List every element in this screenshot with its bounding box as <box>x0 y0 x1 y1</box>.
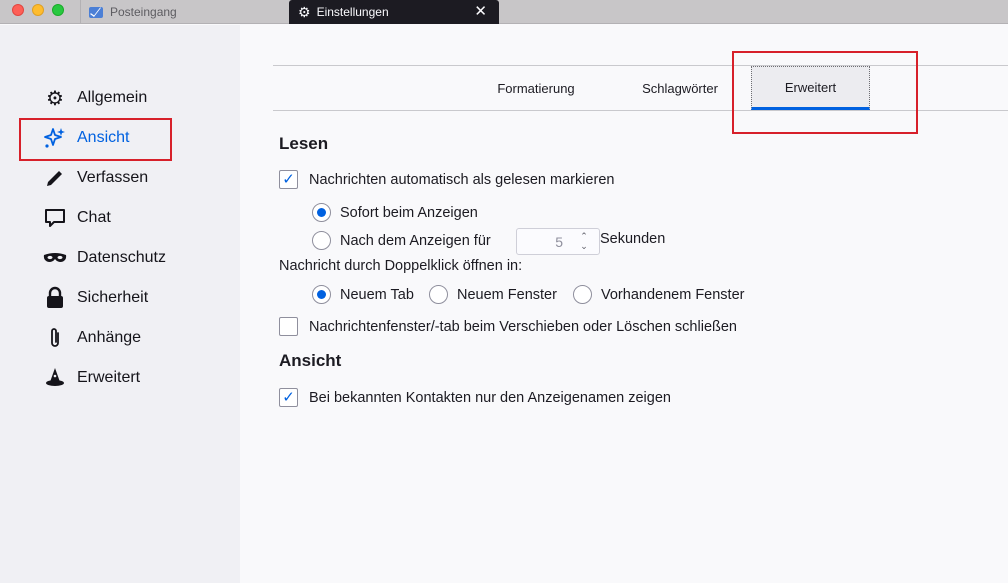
mail-icon <box>89 6 103 18</box>
auto-mark-read-checkbox[interactable]: ✓ <box>279 170 298 189</box>
mark-immediately-radio[interactable] <box>312 203 331 222</box>
section-heading-lesen: Lesen <box>279 134 329 153</box>
tab-posteingang[interactable]: Posteingang <box>80 0 288 24</box>
mark-after-delay-label: Nach dem Anzeigen für <box>340 232 491 249</box>
doubleclick-label: Nachricht durch Doppelklick öffnen in: <box>279 258 522 274</box>
sidebar-item-allgemein[interactable]: ⚙ Allgemein <box>42 85 147 111</box>
sidebar-item-label: Allgemein <box>77 89 148 106</box>
sidebar-item-label: Verfassen <box>77 169 149 186</box>
auto-mark-read-row[interactable]: ✓ Nachrichten automatisch als gelesen ma… <box>279 170 614 189</box>
wizard-hat-icon <box>42 365 68 391</box>
sidebar-item-label: Anhänge <box>77 329 142 346</box>
sidebar-item-erweitert[interactable]: Erweitert <box>42 365 140 391</box>
tab-label: Einstellungen <box>316 5 389 19</box>
delay-unit-text: Sekunden <box>600 231 666 247</box>
open-new-window-radio[interactable] <box>429 285 448 304</box>
chevron-down-icon[interactable]: ⌄ <box>580 241 588 251</box>
sidebar-item-label: Erweitert <box>77 369 141 386</box>
delay-seconds-stepper[interactable]: 5 ⌃ ⌄ <box>516 228 600 255</box>
sidebar-item-anhaenge[interactable]: Anhänge <box>42 325 141 351</box>
mark-immediately-label: Sofort beim Anzeigen <box>340 204 478 221</box>
doubleclick-text: Nachricht durch Doppelklick öffnen in: <box>279 258 523 274</box>
open-new-tab-row[interactable]: Neuem Tab <box>312 285 414 304</box>
open-new-window-label: Neuem Fenster <box>457 286 557 303</box>
gear-icon: ⚙ <box>46 87 64 110</box>
open-new-tab-label: Neuem Tab <box>340 286 414 303</box>
open-existing-window-label: Vorhandenem Fenster <box>601 286 745 303</box>
section-heading-ansicht: Ansicht <box>279 351 342 370</box>
open-existing-window-radio[interactable] <box>573 285 592 304</box>
open-new-window-row[interactable]: Neuem Fenster <box>429 285 557 304</box>
sidebar-item-verfassen[interactable]: Verfassen <box>42 165 148 191</box>
auto-mark-read-label: Nachrichten automatisch als gelesen mark… <box>309 171 615 188</box>
minimize-window-button[interactable] <box>32 4 44 16</box>
mark-after-delay-radio[interactable] <box>312 231 331 250</box>
close-on-move-checkbox[interactable] <box>279 317 298 336</box>
chat-bubble-icon <box>42 205 68 231</box>
annotation-highlight-ansicht <box>19 118 172 161</box>
open-new-tab-radio[interactable] <box>312 285 331 304</box>
paperclip-icon <box>42 325 68 351</box>
sidebar-item-sicherheit[interactable]: Sicherheit <box>42 285 148 311</box>
display-names-row[interactable]: ✓ Bei bekannten Kontakten nur den Anzeig… <box>279 388 671 407</box>
chevron-up-icon[interactable]: ⌃ <box>580 231 588 241</box>
sidebar-item-datenschutz[interactable]: Datenschutz <box>42 245 166 271</box>
mask-icon <box>42 245 68 271</box>
close-on-move-row[interactable]: Nachrichtenfenster/-tab beim Verschieben… <box>279 317 737 336</box>
close-window-button[interactable] <box>12 4 24 16</box>
annotation-highlight-erweitert <box>732 51 918 134</box>
close-tab-icon[interactable]: ✕ <box>474 2 487 20</box>
sidebar-item-label: Chat <box>77 209 111 226</box>
tab-label: Posteingang <box>110 5 177 19</box>
sidebar-item-label: Datenschutz <box>77 249 166 266</box>
stepper-arrows[interactable]: ⌃ ⌄ <box>573 231 595 252</box>
gear-icon: ⚙ <box>298 3 311 20</box>
delay-unit-label: Sekunden <box>600 231 665 247</box>
sidebar-item-chat[interactable]: Chat <box>42 205 111 231</box>
mark-immediately-row[interactable]: Sofort beim Anzeigen <box>312 203 478 222</box>
lock-icon <box>42 285 68 311</box>
display-names-label: Bei bekannten Kontakten nur den Anzeigen… <box>309 389 671 406</box>
mark-after-delay-row[interactable]: Nach dem Anzeigen für <box>312 231 491 250</box>
sidebar-item-label: Sicherheit <box>77 289 149 306</box>
pencil-icon <box>42 165 68 191</box>
delay-seconds-value: 5 <box>555 234 563 250</box>
tab-einstellungen[interactable]: ⚙ Einstellungen ✕ <box>289 0 499 24</box>
open-existing-window-row[interactable]: Vorhandenem Fenster <box>573 285 744 304</box>
zoom-window-button[interactable] <box>52 4 64 16</box>
display-names-checkbox[interactable]: ✓ <box>279 388 298 407</box>
close-on-move-label: Nachrichtenfenster/-tab beim Verschieben… <box>309 318 737 335</box>
tab-formatierung[interactable]: Formatierung <box>478 66 594 110</box>
window-titlebar: Posteingang ⚙ Einstellungen ✕ <box>0 0 1008 24</box>
tab-schlagwoerter[interactable]: Schlagwörter <box>622 66 738 110</box>
